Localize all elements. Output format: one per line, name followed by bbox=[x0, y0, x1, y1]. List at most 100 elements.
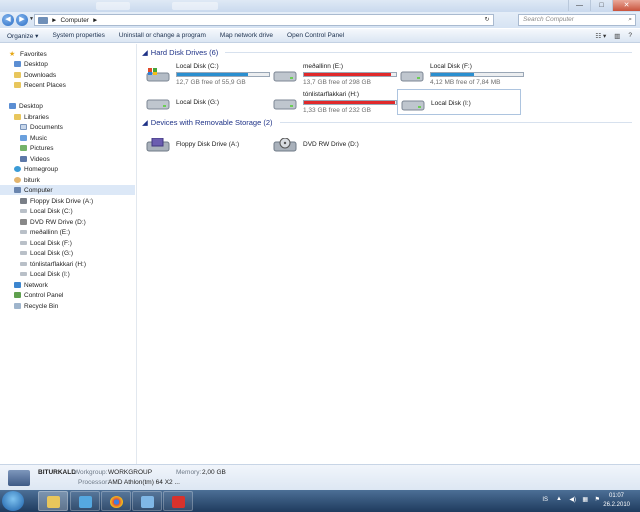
drive-tile-e[interactable]: meðallinn (E:) 13,7 GB free of 298 GB bbox=[270, 61, 397, 87]
address-field[interactable]: ► Computer ► ↻ bbox=[34, 14, 494, 26]
nav-item-dvd[interactable]: DVD RW Drive (D:) bbox=[20, 217, 86, 227]
forward-button[interactable]: ▶ bbox=[16, 14, 28, 26]
nav-item-disk-g[interactable]: Local Disk (G:) bbox=[20, 248, 73, 258]
start-button[interactable] bbox=[2, 491, 24, 511]
open-control-panel-button[interactable]: Open Control Panel bbox=[280, 32, 351, 39]
address-path[interactable]: Computer bbox=[60, 17, 89, 24]
nav-item-libraries[interactable]: Libraries bbox=[14, 112, 49, 122]
navigation-pane: ★ Favorites Desktop Downloads Recent Plac… bbox=[0, 44, 137, 464]
free-space-text: 4,12 MB free of 7,84 MB bbox=[430, 79, 501, 86]
nav-item-favorites[interactable]: ★ Favorites bbox=[9, 49, 47, 59]
computer-name: BITURKALD bbox=[38, 469, 76, 476]
taskbar-app[interactable] bbox=[132, 491, 162, 511]
nav-label: Local Disk (C:) bbox=[30, 207, 73, 215]
background-window-title bbox=[96, 2, 130, 10]
address-arrow-icon[interactable]: ► bbox=[92, 17, 98, 24]
maximize-button[interactable]: □ bbox=[590, 0, 612, 11]
minimize-button[interactable]: — bbox=[568, 0, 590, 11]
nav-label: Local Disk (F:) bbox=[30, 239, 72, 247]
nav-item-control-panel[interactable]: Control Panel bbox=[14, 290, 63, 300]
language-indicator[interactable]: IS bbox=[542, 497, 548, 503]
refresh-icon[interactable]: ↻ bbox=[481, 15, 493, 25]
drive-tile-floppy[interactable]: Floppy Disk Drive (A:) bbox=[143, 131, 267, 157]
drive-tile-g[interactable]: Local Disk (G:) bbox=[143, 89, 267, 115]
network-icon[interactable]: ▦ bbox=[582, 496, 588, 503]
collapse-icon[interactable]: ◢ bbox=[142, 118, 148, 127]
floppy-drive-icon bbox=[146, 138, 170, 152]
drive-tile-dvd[interactable]: DVD RW Drive (D:) bbox=[270, 131, 394, 157]
downloads-icon bbox=[14, 72, 21, 78]
search-icon[interactable]: ⌕ bbox=[628, 15, 632, 25]
clock-date[interactable]: 26.2.2010 bbox=[603, 502, 630, 508]
nav-item-homegroup[interactable]: Homegroup bbox=[14, 164, 58, 174]
group-header-hard-disks[interactable]: ◢ Hard Disk Drives (6) bbox=[142, 48, 632, 57]
nav-label: Recent Places bbox=[24, 81, 66, 89]
nav-label: meðallinn (E:) bbox=[30, 228, 71, 236]
taskbar-media[interactable] bbox=[70, 491, 100, 511]
search-input[interactable]: Search Computer ⌕ bbox=[518, 14, 636, 26]
back-button[interactable]: ◀ bbox=[2, 14, 14, 26]
help-icon[interactable]: ? bbox=[628, 32, 632, 40]
drive-name: Floppy Disk Drive (A:) bbox=[176, 141, 240, 148]
chrome-icon bbox=[110, 496, 123, 508]
nav-item-disk-c[interactable]: Local Disk (C:) bbox=[20, 206, 73, 216]
taskbar-app[interactable] bbox=[163, 491, 193, 511]
nav-item-computer[interactable]: Computer bbox=[0, 185, 135, 195]
taskbar-explorer[interactable] bbox=[38, 491, 68, 511]
nav-item-disk-f[interactable]: Local Disk (F:) bbox=[20, 238, 72, 248]
group-divider bbox=[225, 52, 632, 53]
workgroup-label: Workgroup: bbox=[74, 469, 108, 476]
view-options-icon[interactable]: ☷ ▾ bbox=[595, 32, 606, 40]
nav-item-user[interactable]: biturk bbox=[14, 175, 40, 185]
nav-label: Floppy Disk Drive (A:) bbox=[30, 197, 94, 205]
group-title: Devices with Removable Storage (2) bbox=[150, 118, 273, 127]
address-bar: ◀ ▶ ▼ ► Computer ► ↻ Search Computer ⌕ bbox=[0, 12, 640, 28]
nav-item-floppy[interactable]: Floppy Disk Drive (A:) bbox=[20, 196, 93, 206]
nav-item-network[interactable]: Network bbox=[14, 280, 48, 290]
volume-icon[interactable]: ◀) bbox=[569, 496, 576, 503]
usage-bar-fill bbox=[431, 73, 475, 76]
action-center-icon[interactable]: ⚑ bbox=[595, 496, 600, 503]
nav-item-disk-e[interactable]: meðallinn (E:) bbox=[20, 227, 70, 237]
nav-item-documents[interactable]: Documents bbox=[20, 122, 63, 132]
nav-item-downloads[interactable]: Downloads bbox=[14, 70, 56, 80]
hard-disk-icon bbox=[20, 251, 27, 255]
nav-item-disk-i[interactable]: Local Disk (I:) bbox=[20, 269, 70, 279]
nav-label: Favorites bbox=[20, 50, 47, 58]
map-network-drive-button[interactable]: Map network drive bbox=[213, 32, 280, 39]
drive-tile-c[interactable]: Local Disk (C:) 12,7 GB free of 55,9 GB bbox=[143, 61, 270, 87]
nav-item-videos[interactable]: Videos bbox=[20, 154, 50, 164]
nav-item-desktop[interactable]: Desktop bbox=[9, 101, 43, 111]
nav-item-disk-h[interactable]: tónlistarflakkari (H:) bbox=[20, 259, 86, 269]
nav-item-desktop-favorite[interactable]: Desktop bbox=[14, 59, 48, 69]
nav-item-recent-places[interactable]: Recent Places bbox=[14, 80, 66, 90]
collapse-icon[interactable]: ◢ bbox=[142, 48, 148, 57]
drive-tile-h[interactable]: tónlistarflakkari (H:) 1,33 GB free of 2… bbox=[270, 89, 397, 115]
title-bar: — □ ✕ bbox=[0, 0, 640, 12]
content-pane: ◢ Hard Disk Drives (6) Local Disk (C:) 1… bbox=[138, 44, 640, 464]
usage-bar bbox=[430, 72, 524, 77]
clock-time[interactable]: 01:07 bbox=[609, 493, 624, 499]
group-title: Hard Disk Drives (6) bbox=[150, 48, 219, 57]
drive-tile-i[interactable]: Local Disk (I:) bbox=[397, 89, 521, 115]
group-header-removable[interactable]: ◢ Devices with Removable Storage (2) bbox=[142, 118, 632, 127]
processor-label: Processor: bbox=[78, 479, 110, 486]
organize-button[interactable]: Organize ▾ bbox=[0, 32, 45, 40]
uninstall-program-button[interactable]: Uninstall or change a program bbox=[112, 32, 213, 39]
close-button[interactable]: ✕ bbox=[612, 0, 640, 11]
system-properties-button[interactable]: System properties bbox=[45, 32, 111, 39]
drive-name: tónlistarflakkari (H:) bbox=[303, 91, 359, 98]
nav-item-music[interactable]: Music bbox=[20, 133, 47, 143]
nav-item-pictures[interactable]: Pictures bbox=[20, 143, 53, 153]
nav-item-recycle-bin[interactable]: Recycle Bin bbox=[14, 301, 58, 311]
homegroup-icon bbox=[14, 166, 21, 172]
taskbar-chrome[interactable] bbox=[101, 491, 131, 511]
preview-pane-icon[interactable]: ▥ bbox=[614, 32, 620, 40]
show-hidden-icons-icon[interactable]: ▲ bbox=[556, 496, 562, 502]
address-arrow-icon[interactable]: ► bbox=[51, 17, 57, 24]
background-window-title bbox=[172, 2, 218, 10]
search-placeholder: Search Computer bbox=[523, 16, 574, 23]
desktop-icon bbox=[14, 61, 21, 67]
drive-tile-f[interactable]: Local Disk (F:) 4,12 MB free of 7,84 MB bbox=[397, 61, 524, 87]
drive-name: meðallinn (E:) bbox=[303, 63, 344, 70]
